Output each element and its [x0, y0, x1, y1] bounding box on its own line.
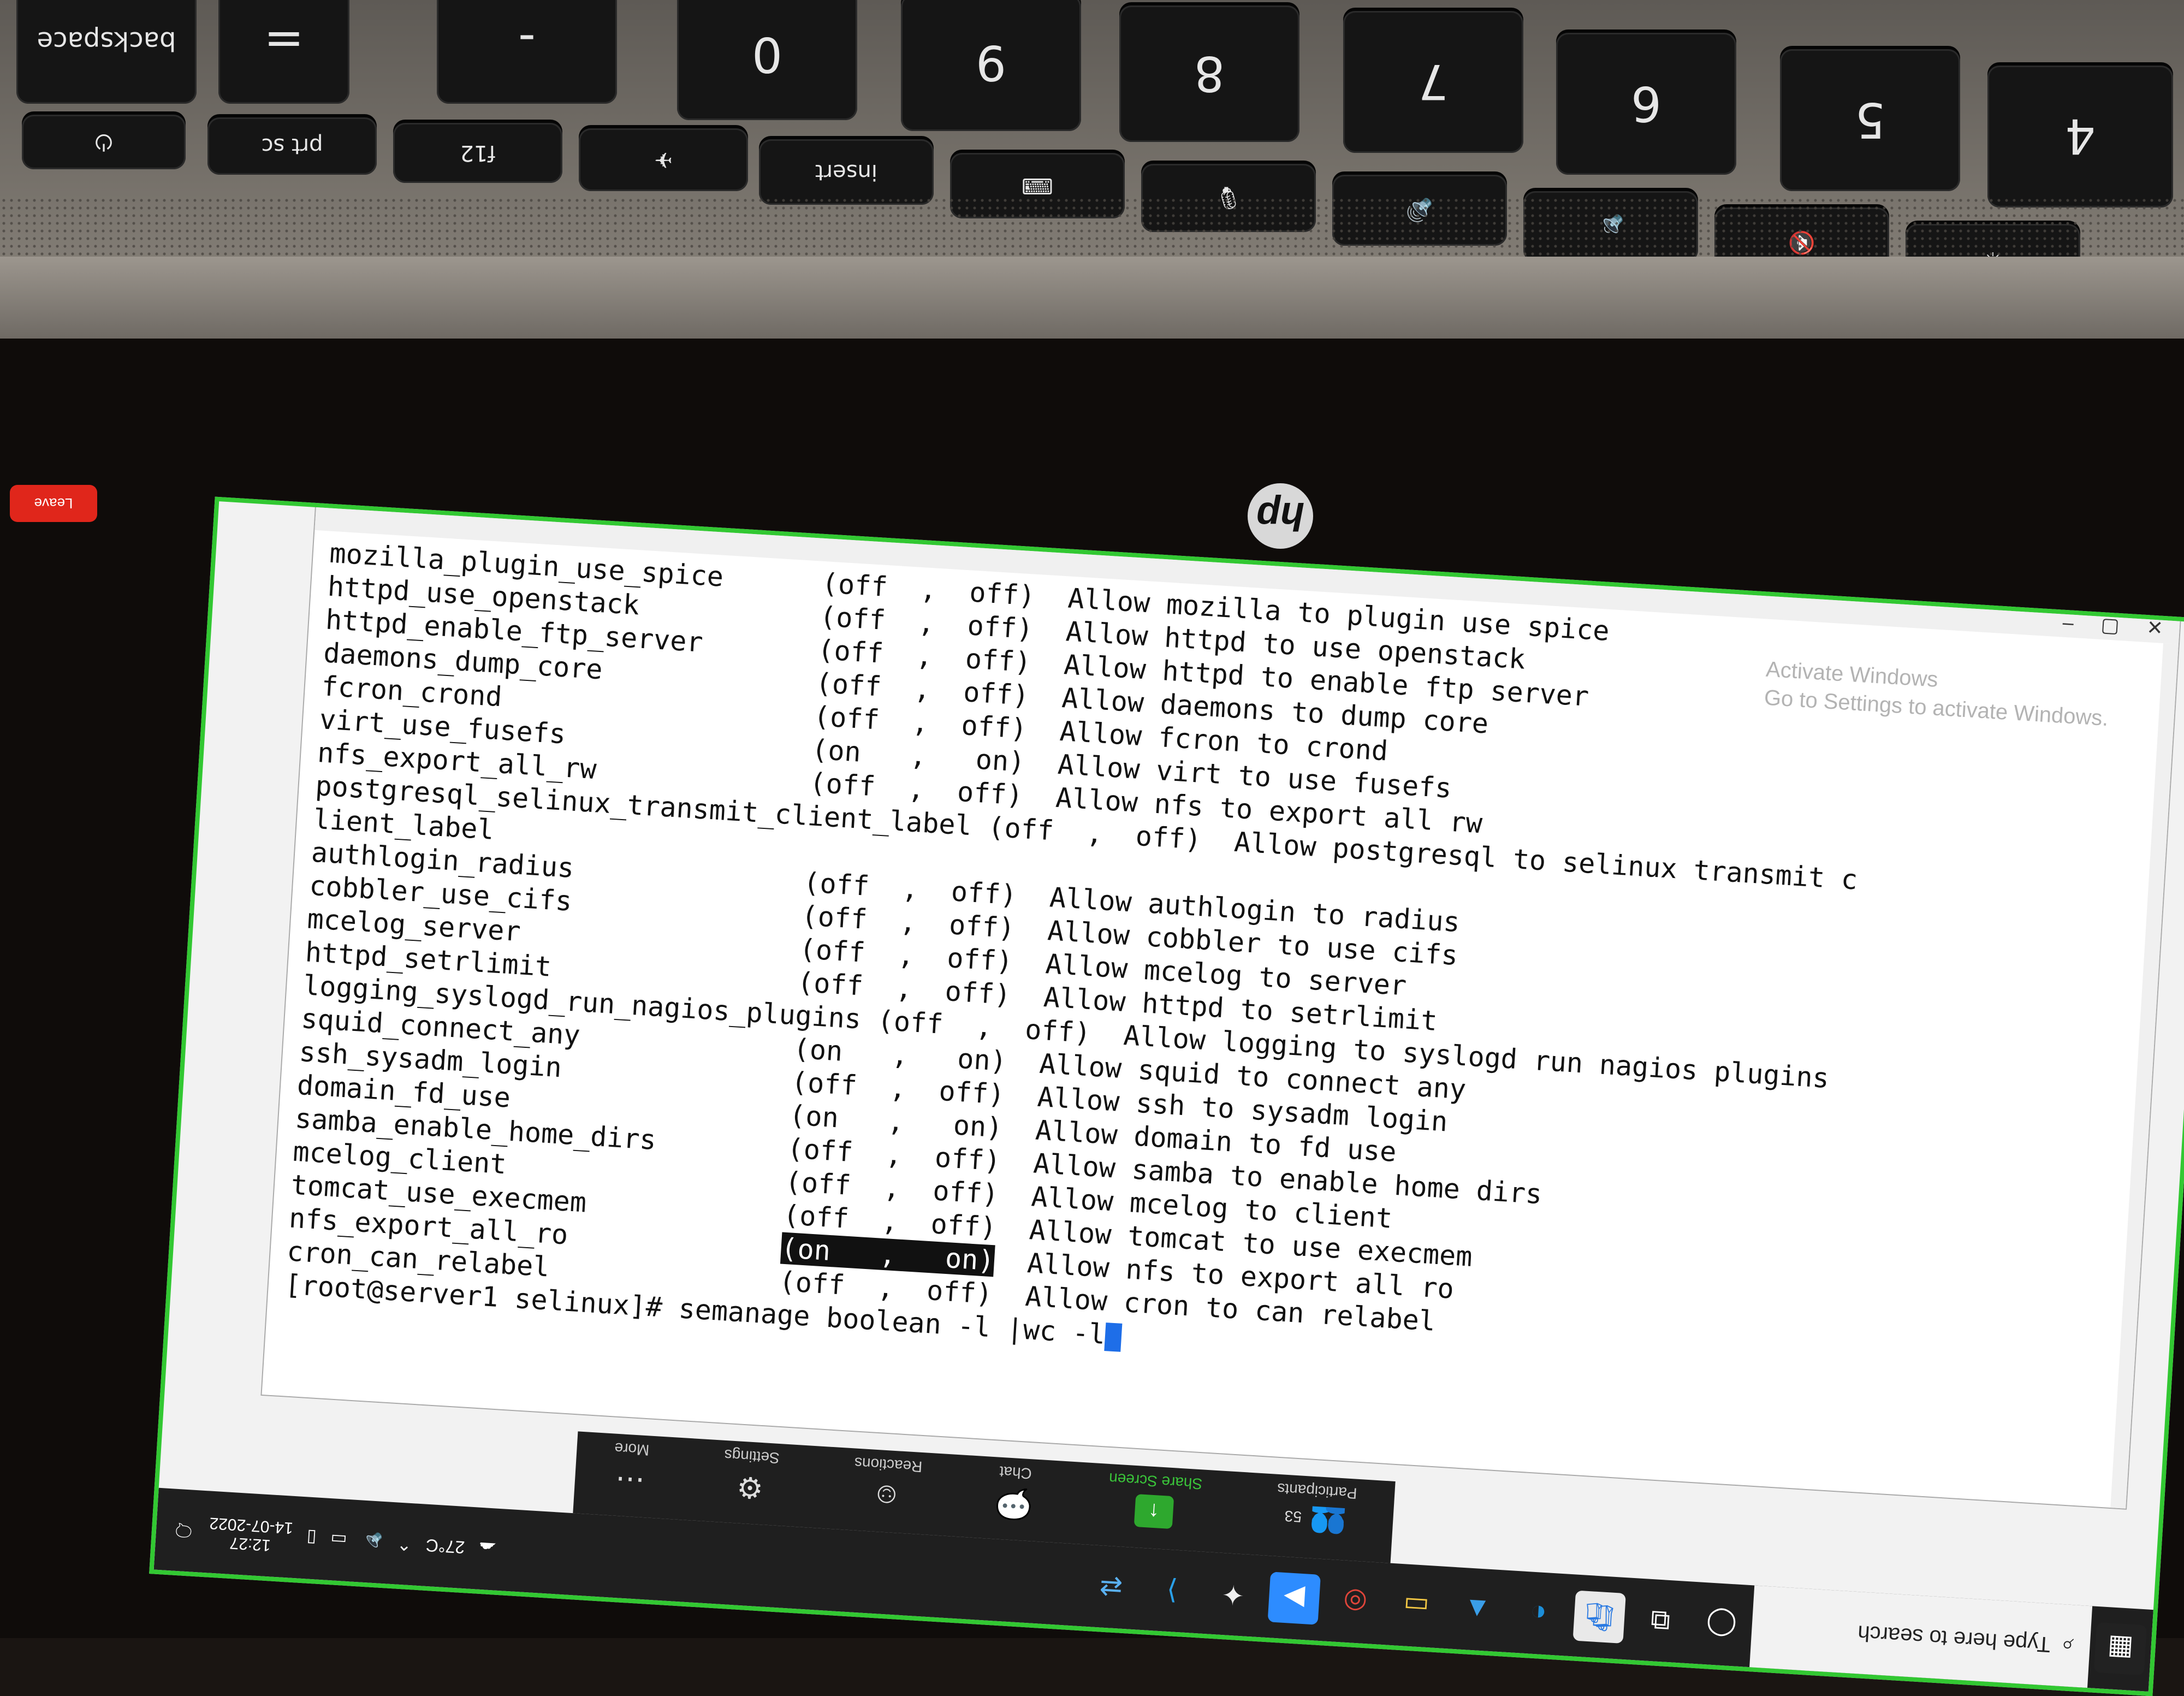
notification-icon[interactable]: 🗨 — [172, 1519, 195, 1541]
settings-button[interactable]: ⚙ Settings — [721, 1446, 780, 1507]
participants-icon: 👥 53 — [1284, 1505, 1348, 1541]
network-icon[interactable]: ▭ — [330, 1529, 347, 1551]
laptop-screen: ▦ ⌕ Type here to search ◯ ⧉ 🛍 ◐ ▲ ▭ ◎ ▶ … — [149, 496, 2184, 1696]
key-media[interactable]: ⏻ — [22, 115, 186, 169]
start-icon[interactable]: ▦ — [2093, 1622, 2147, 1676]
edge-icon[interactable]: ◐ — [1512, 1587, 1565, 1640]
key-six[interactable]: 6 — [1556, 33, 1736, 175]
task-view-icon[interactable]: ⧉ — [1634, 1594, 1687, 1647]
key-equals[interactable]: = — [218, 0, 349, 104]
virtualbox-icon[interactable]: ✦ — [1207, 1568, 1260, 1621]
maximize-icon[interactable]: ▢ — [2100, 613, 2120, 637]
key-minus[interactable]: - — [437, 0, 617, 104]
store-icon[interactable]: 🛍 — [1572, 1590, 1626, 1644]
search-icon: ⌕ — [2060, 1633, 2074, 1658]
key-insert[interactable]: insert — [759, 139, 934, 205]
clock-date: 14-07-2022 — [209, 1514, 294, 1537]
key-f11-airplane[interactable]: ✈ — [579, 128, 748, 191]
gear-icon: ⚙ — [735, 1470, 764, 1505]
key-zero[interactable]: 0 — [677, 0, 857, 120]
key-seven[interactable]: 7 — [1343, 11, 1523, 153]
key-f12[interactable]: f12 — [393, 123, 562, 183]
vscode-icon[interactable]: ⟩ — [1146, 1564, 1198, 1617]
chrome-icon[interactable]: ◎ — [1328, 1575, 1381, 1628]
more-icon: ⋯ — [614, 1462, 646, 1497]
key-nine[interactable]: 9 — [901, 0, 1081, 131]
speaker-icon[interactable]: 🔈 — [360, 1531, 383, 1553]
speaker-grille — [0, 197, 2184, 257]
system-tray: ☁ 27°C ⌃ 🔈 ▭ ▯ 12:27 14-07-2022 🗨 — [155, 1510, 497, 1568]
terminal-cursor — [1104, 1322, 1123, 1352]
reactions-icon: ☺ — [870, 1478, 903, 1513]
key-five[interactable]: 5 — [1780, 49, 1960, 191]
search-placeholder: Type here to search — [1857, 1621, 2051, 1657]
key-prtsc[interactable]: prt sc — [207, 117, 377, 175]
key-backspace[interactable]: backspace — [16, 0, 197, 104]
file-explorer-icon[interactable]: ▭ — [1390, 1579, 1443, 1632]
key-four[interactable]: 4 — [1987, 66, 2173, 207]
reactions-button[interactable]: ☺ Reactions — [852, 1454, 923, 1514]
share-screen-button[interactable]: ↑ Share Screen — [1106, 1469, 1203, 1531]
zoom-icon[interactable]: ▶ — [1267, 1572, 1321, 1625]
hp-logo: hp — [1248, 483, 1313, 549]
chat-button[interactable]: 💬 Chat — [994, 1462, 1035, 1522]
share-screen-icon: ↑ — [1133, 1493, 1174, 1529]
chat-icon: 💬 — [994, 1486, 1034, 1522]
minimize-icon[interactable]: – — [2062, 611, 2074, 634]
chevron-up-icon[interactable]: ⌃ — [396, 1533, 412, 1555]
weather-icon: ☁ — [478, 1538, 497, 1559]
terminal-window[interactable]: – ▢ ✕ Activate Windows Go to Settings to… — [260, 499, 2182, 1510]
close-icon[interactable]: ✕ — [2146, 616, 2164, 640]
cortana-icon[interactable]: ◯ — [1695, 1598, 1748, 1651]
clock[interactable]: 12:27 14-07-2022 — [208, 1514, 294, 1556]
more-button[interactable]: ⋯ More — [612, 1439, 650, 1499]
clock-time: 12:27 — [229, 1533, 271, 1555]
participants-button[interactable]: 👥 53 Participants — [1274, 1480, 1357, 1542]
battery-icon[interactable]: ▯ — [306, 1527, 317, 1549]
leave-meeting-button[interactable]: Leave — [10, 485, 97, 522]
laptop-hinge — [0, 257, 2184, 339]
photos-icon[interactable]: ▲ — [1451, 1583, 1504, 1636]
taskbar-search[interactable]: ⌕ Type here to search — [1749, 1585, 2093, 1688]
weather-temp: 27°C — [425, 1535, 466, 1558]
app-icon[interactable]: ⇄ — [1084, 1561, 1137, 1614]
key-eight[interactable]: 8 — [1119, 5, 1299, 142]
